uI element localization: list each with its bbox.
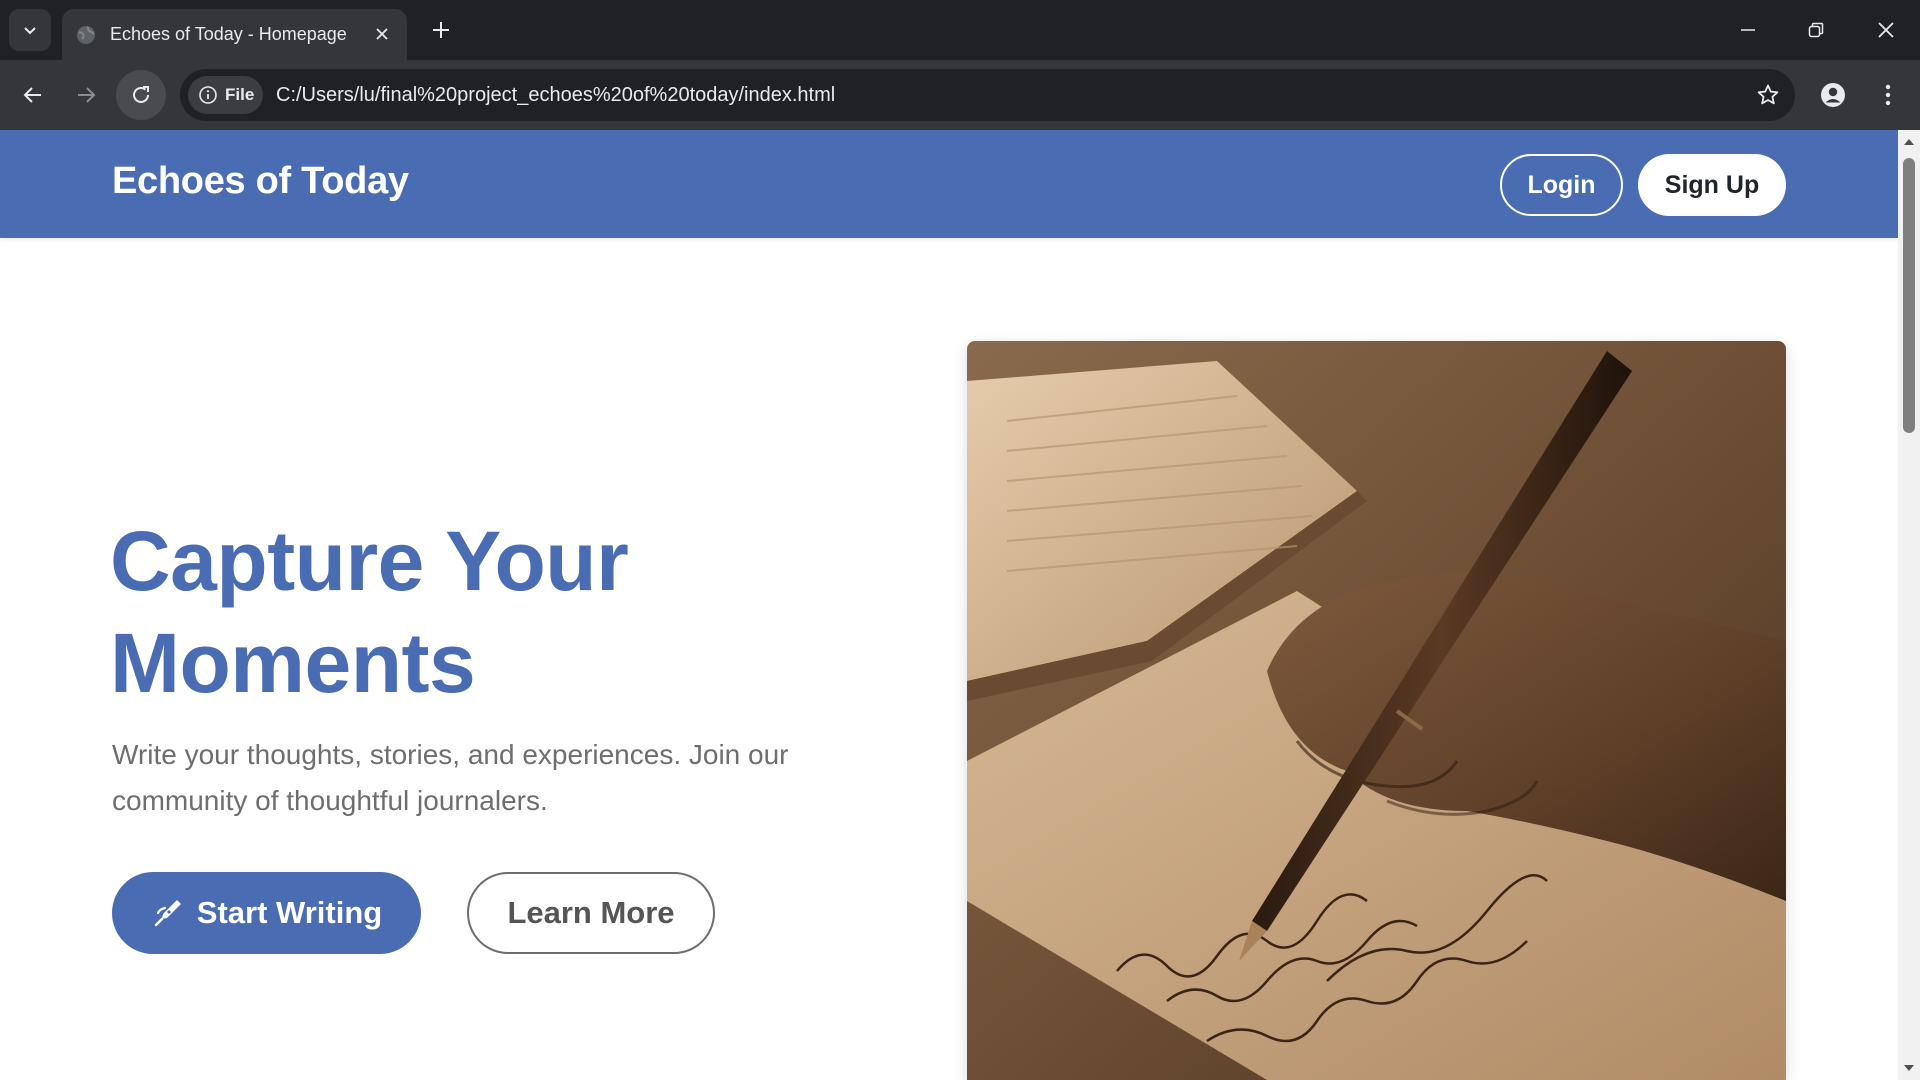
page-scrollbar[interactable] [1898, 130, 1920, 1080]
learn-more-button[interactable]: Learn More [467, 872, 715, 954]
hero-title-line-2: Moments [110, 616, 476, 710]
scrollbar-thumb[interactable] [1903, 158, 1915, 433]
close-tab-icon[interactable] [369, 21, 395, 47]
site-info-chip[interactable]: File [188, 76, 263, 114]
new-tab-plus-icon[interactable] [424, 13, 458, 47]
tab-title: Echoes of Today - Homepage [110, 24, 347, 44]
minimize-icon[interactable] [1714, 0, 1782, 60]
pen-nib-icon [151, 896, 185, 930]
chevron-down-icon [24, 27, 36, 35]
site-header: Echoes of Today Login Sign Up [0, 130, 1898, 238]
address-bar[interactable]: File C:/Users/lu/final%20project_echoes%… [180, 69, 1795, 121]
more-menu-icon[interactable] [1870, 77, 1906, 113]
login-button[interactable]: Login [1500, 154, 1623, 216]
site-logo-text[interactable]: Echoes of Today [112, 160, 409, 203]
back-arrow-icon[interactable] [8, 70, 58, 120]
start-writing-button[interactable]: Start Writing [112, 872, 421, 954]
forward-arrow-icon[interactable] [61, 70, 111, 120]
browser-tab-strip: Echoes of Today - Homepage [0, 0, 1920, 60]
scroll-down-arrow-icon[interactable] [1902, 1061, 1916, 1075]
info-icon [199, 86, 217, 104]
url-text[interactable]: C:/Users/lu/final%20project_echoes%20of%… [276, 69, 835, 121]
reload-icon[interactable] [116, 70, 166, 120]
browser-toolbar: File C:/Users/lu/final%20project_echoes%… [0, 60, 1920, 130]
hero-subtitle: Write your thoughts, stories, and experi… [112, 739, 789, 816]
start-writing-label: Start Writing [196, 895, 383, 930]
hero-image-hand-writing [967, 341, 1786, 1080]
hero-title-line-1: Capture Your [110, 514, 629, 608]
hero-title: Capture Your Moments [110, 510, 870, 714]
site-chip-label: File [225, 85, 255, 104]
browser-tab[interactable]: Echoes of Today - Homepage [62, 9, 407, 60]
restore-icon[interactable] [1782, 0, 1850, 60]
profile-avatar-icon[interactable] [1815, 77, 1851, 113]
scroll-up-arrow-icon[interactable] [1902, 135, 1916, 149]
signup-button[interactable]: Sign Up [1638, 154, 1786, 216]
tab-search-button[interactable] [9, 9, 51, 51]
close-window-icon[interactable] [1852, 0, 1920, 60]
globe-icon [74, 23, 98, 47]
bookmark-star-icon[interactable] [1755, 82, 1781, 108]
page-viewport: Echoes of Today Login Sign Up Capture Yo… [0, 130, 1898, 1080]
